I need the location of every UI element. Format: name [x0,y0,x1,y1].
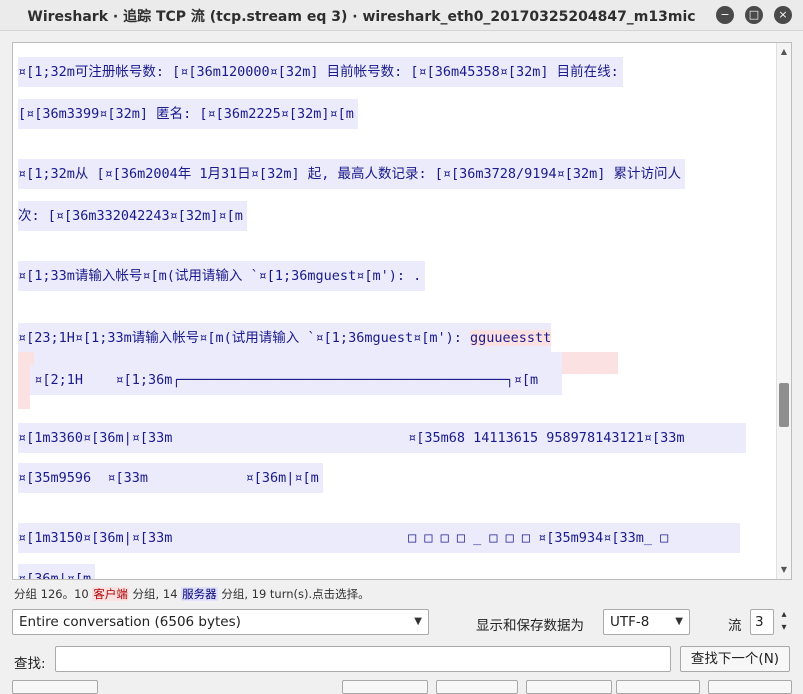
window-title: Wireshark · 追踪 TCP 流 (tcp.stream eq 3) ·… [27,9,696,25]
scrollbar-thumb[interactable] [779,383,789,427]
dialog-button[interactable] [12,680,98,694]
stream-number-spinner[interactable]: 3 [750,609,774,635]
close-button[interactable]: × [774,6,792,24]
stream-label: 流 [728,618,742,634]
scroll-down-icon[interactable]: ▼ [777,563,791,577]
dialog-button[interactable] [436,680,518,694]
encoding-select-value: UTF-8 [610,614,650,630]
show-as-label: 显示和保存数据为 [476,618,584,634]
stream-line: 次: [¤[36m332042243¤[32m]¤[m [18,201,247,231]
encoding-select[interactable]: UTF-8 ▼ [603,609,690,635]
find-input[interactable] [55,646,671,672]
stream-line: ¤[1;32m可注册帐号数: [¤[36m120000¤[32m] 目前帐号数:… [18,57,623,87]
dialog-button[interactable] [616,680,700,694]
vertical-scrollbar[interactable]: ▲ ▼ [776,43,791,579]
conversation-select-value: Entire conversation (6506 bytes) [19,614,241,630]
spin-up-icon[interactable]: ▴ [776,608,792,621]
stream-summary: 分组 126。10 客户端 分组, 14 服务器 分组, 19 turn(s).… [14,586,370,602]
dialog-button[interactable] [526,680,612,694]
scroll-up-icon[interactable]: ▲ [777,45,791,59]
stream-number-value: 3 [755,614,764,630]
summary-text: 分组 126。10 [14,587,93,601]
chevron-down-icon: ▼ [675,616,683,627]
summary-text: 分组, 19 turn(s).点击选择。 [217,587,370,601]
maximize-button[interactable]: □ [745,6,763,24]
dialog-button[interactable] [342,680,428,694]
find-label: 查找: [14,656,46,672]
client-block [562,352,618,374]
stream-line: ¤[1m3360¤[36m|¤[33m ¤[35m68 14113615 958… [18,423,746,453]
spin-down-icon[interactable]: ▾ [776,621,792,634]
stream-line: [¤[36m3399¤[32m] 匿名: [¤[36m2225¤[32m]¤[m [18,99,358,129]
server-text: ¤[23;1H¤[1;33m请输入帐号¤[m(试用请输入 `¤[1;36mgue… [18,330,470,346]
stream-line: ¤[23;1H¤[1;33m请输入帐号¤[m(试用请输入 `¤[1;36mgue… [18,323,552,353]
stream-line: ¤[1;32m从 [¤[36m2004年 1月31日¤[32m] 起, 最高人数… [18,159,686,189]
stream-line: ¤[1;33m请输入帐号¤[m(试用请输入 `¤[1;36mguest¤[m')… [18,261,426,291]
stream-line: ¤[35m9596 ¤[33m ¤[36m|¤[m [18,463,323,493]
spinner-arrows[interactable]: ▴ ▾ [776,608,792,636]
stream-line: ¤[1m3150¤[36m|¤[33m □ □ □ □ _ □ □ □ ¤[35… [18,523,740,553]
stream-line: ¤[2;1H ¤[1;36m┌─────────────────────────… [18,365,562,395]
title-bar: Wireshark · 追踪 TCP 流 (tcp.stream eq 3) ·… [0,0,803,31]
server-label: 服务器 [181,587,218,601]
chevron-down-icon: ▼ [414,616,422,627]
conversation-select[interactable]: Entire conversation (6506 bytes) ▼ [12,609,429,635]
client-block [18,365,30,409]
stream-line: ¤[36m|¤[m [18,564,96,579]
dialog-button[interactable] [708,680,792,694]
client-label: 客户端 [92,587,129,601]
minimize-button[interactable]: − [716,6,734,24]
stream-content-pane[interactable]: ¤[1;32m可注册帐号数: [¤[36m120000¤[32m] 目前帐号数:… [12,42,792,580]
summary-text: 分组, 14 [128,587,182,601]
find-next-button[interactable]: 查找下一个(N) [680,646,790,672]
client-echo: gguueesstt [469,330,552,346]
